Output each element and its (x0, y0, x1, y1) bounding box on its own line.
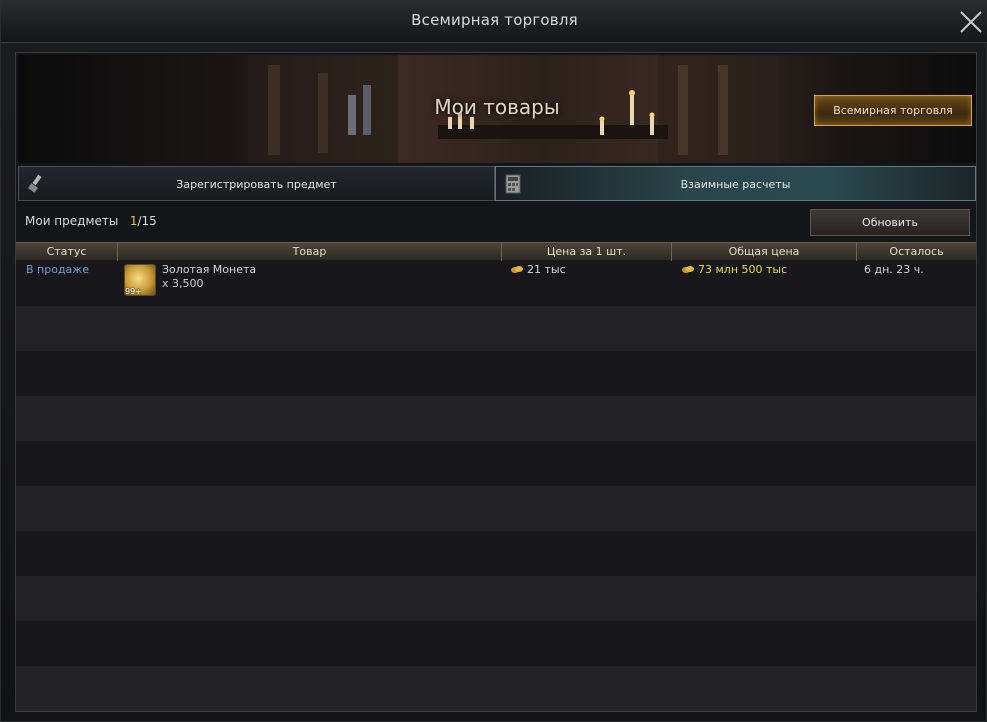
header-unit-price[interactable]: Цена за 1 шт. (502, 245, 671, 258)
table-header: Статус Товар Цена за 1 шт. Общая цена Ос… (16, 242, 976, 261)
tab-settlement-label: Взаимные расчеты (680, 178, 791, 191)
row-item-quantity: x 3,500 (162, 277, 204, 290)
refresh-button[interactable]: Обновить (810, 209, 970, 236)
coin-icon (682, 266, 694, 273)
row-unit-price: 21 тыс (527, 263, 566, 276)
close-button[interactable] (958, 9, 984, 35)
title-bar: Всемирная торговля (1, 1, 987, 43)
world-trade-window: Всемирная торговля Мои товары Всемирная … (0, 0, 987, 722)
row-remaining: 6 дн. 23 ч. (864, 263, 924, 276)
tab-register-label: Зарегистрировать предмет (176, 178, 337, 191)
header-total-price[interactable]: Общая цена (672, 245, 856, 258)
header-item[interactable]: Товар (118, 245, 501, 258)
my-items-counter: Мои предметы 1/15 (25, 214, 157, 228)
my-items-label: Мои предметы (25, 214, 119, 228)
tab-bar: Зарегистрировать предмет Взаимные расчет… (18, 166, 976, 201)
table-row-empty (16, 666, 976, 711)
stack-badge: 99+ (125, 287, 142, 296)
table-row-empty (16, 531, 976, 576)
table-row-empty (16, 621, 976, 666)
header-status[interactable]: Статус (16, 245, 117, 258)
header-remaining[interactable]: Осталось (857, 245, 976, 258)
table-row[interactable]: В продаже 99+ Золотая Монета x 3,500 21 … (16, 261, 976, 306)
row-item-name: Золотая Монета (162, 263, 257, 276)
table-row-empty (16, 486, 976, 531)
window-title: Всемирная торговля (411, 11, 578, 29)
table-row-empty (16, 576, 976, 621)
close-icon (960, 11, 982, 33)
row-status: В продаже (26, 263, 89, 276)
table-row-empty (16, 351, 976, 396)
coin-icon (511, 266, 523, 273)
banner: Мои товары Всемирная торговля (18, 55, 976, 163)
row-total-price: 73 млн 500 тыс (698, 263, 788, 276)
tab-settlement[interactable]: Взаимные расчеты (495, 166, 976, 201)
main-panel: Мои товары Всемирная торговля Зарегистри… (15, 52, 977, 712)
table-row-empty (16, 441, 976, 486)
table-row-empty (16, 306, 976, 351)
my-items-max: /15 (137, 214, 157, 228)
tab-register-item[interactable]: Зарегистрировать предмет (18, 166, 495, 201)
world-trade-button[interactable]: Всемирная торговля (814, 95, 972, 126)
table-body: В продаже 99+ Золотая Монета x 3,500 21 … (16, 261, 976, 711)
table-row-empty (16, 396, 976, 441)
